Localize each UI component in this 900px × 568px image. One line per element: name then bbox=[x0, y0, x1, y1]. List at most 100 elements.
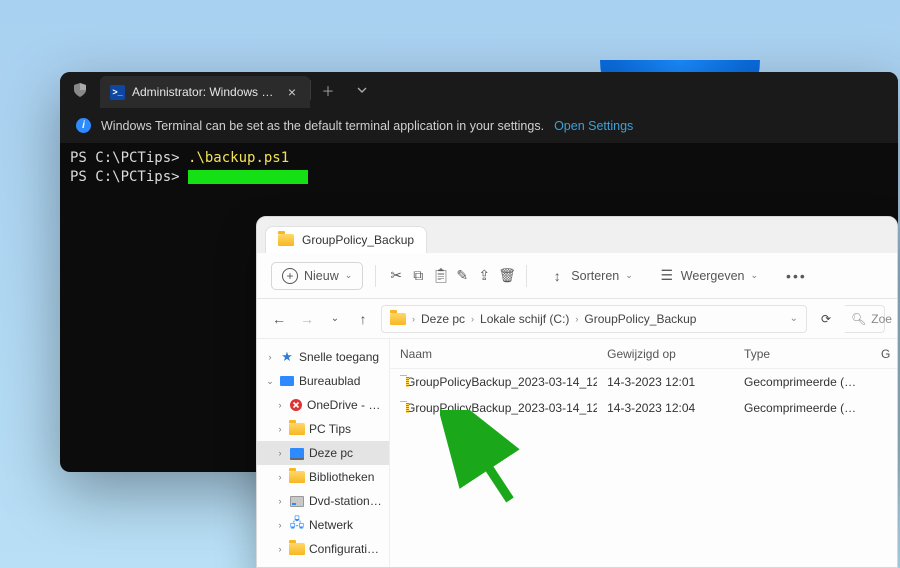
infobar-text: Windows Terminal can be set as the defau… bbox=[101, 119, 544, 133]
column-headers[interactable]: Naam Gewijzigd op Type G bbox=[390, 339, 897, 369]
tree-item-label: Dvd-station (D:) bbox=[309, 494, 385, 508]
forward-button[interactable]: → bbox=[297, 311, 317, 327]
crumb-sep: › bbox=[469, 314, 476, 324]
tree-item-label: Configuratiescherm bbox=[309, 542, 385, 556]
tree-item-label: Deze pc bbox=[309, 446, 385, 460]
file-row[interactable]: GroupPolicyBackup_2023-03-14_120400.zip1… bbox=[390, 395, 897, 421]
search-box[interactable]: 🔍︎ Zoe bbox=[845, 305, 885, 333]
open-settings-link[interactable]: Open Settings bbox=[554, 119, 633, 133]
file-name: GroupPolicyBackup_2023-03-14_120103.zip bbox=[406, 375, 597, 389]
file-list[interactable]: Naam Gewijzigd op Type G GroupPolicyBack… bbox=[389, 339, 897, 567]
tree-item-label: OneDrive - Persona bbox=[307, 398, 385, 412]
file-name: GroupPolicyBackup_2023-03-14_120400.zip bbox=[406, 401, 597, 415]
folder-icon bbox=[278, 234, 294, 246]
chevron-down-icon[interactable]: ⌄ bbox=[790, 313, 798, 324]
new-label: Nieuw bbox=[304, 269, 339, 283]
tree-item[interactable]: ›🖧Netwerk bbox=[257, 513, 389, 537]
twisty-icon[interactable]: ⌄ bbox=[265, 376, 275, 387]
sort-icon: ↕ bbox=[549, 268, 565, 284]
copy-icon[interactable]: ⧉ bbox=[410, 267, 426, 284]
breadcrumb-item[interactable]: Lokale schijf (C:) bbox=[480, 312, 569, 326]
file-type: Gecomprimeerde (ge... bbox=[734, 401, 871, 415]
explorer-window: GroupPolicy_Backup + Nieuw ⌄ ✂ ⧉ 📋︎ ✎ ⇪ … bbox=[256, 216, 898, 568]
breadcrumb-item[interactable]: Deze pc bbox=[421, 312, 465, 326]
tree-item-label: Bureaublad bbox=[299, 374, 385, 388]
recent-dropdown[interactable]: ⌄ bbox=[325, 313, 345, 324]
twisty-icon[interactable]: › bbox=[275, 424, 285, 434]
back-button[interactable]: ← bbox=[269, 311, 289, 327]
search-icon: 🔍︎ bbox=[851, 312, 866, 326]
tab-dropdown-button[interactable] bbox=[345, 72, 379, 108]
twisty-icon[interactable]: › bbox=[275, 544, 285, 554]
tree-item-label: Snelle toegang bbox=[299, 350, 385, 364]
more-button[interactable]: ••• bbox=[786, 268, 802, 284]
col-modified[interactable]: Gewijzigd op bbox=[597, 347, 734, 361]
file-row[interactable]: GroupPolicyBackup_2023-03-14_120103.zip1… bbox=[390, 369, 897, 395]
terminal-body[interactable]: PS C:\PCTips> .\backup.ps1 PS C:\PCTips> bbox=[60, 143, 898, 193]
explorer-tabbar: GroupPolicy_Backup bbox=[257, 217, 897, 253]
explorer-navbar: ← → ⌄ ↑ › Deze pc › Lokale schijf (C:) ›… bbox=[257, 299, 897, 339]
sort-label: Sorteren bbox=[571, 269, 619, 283]
close-tab-icon[interactable]: × bbox=[284, 84, 300, 100]
file-type: Gecomprimeerde (ge... bbox=[734, 375, 871, 389]
prompt: PS C:\PCTips> bbox=[70, 169, 180, 185]
tree-item[interactable]: › Dvd-station (D:) bbox=[257, 489, 389, 513]
terminal-line: PS C:\PCTips> bbox=[70, 168, 888, 187]
tree-item[interactable]: ›★Snelle toegang bbox=[257, 345, 389, 369]
address-bar[interactable]: › Deze pc › Lokale schijf (C:) › GroupPo… bbox=[381, 305, 807, 333]
terminal-tab[interactable]: >_ Administrator: Windows Powe × bbox=[100, 76, 310, 108]
twisty-icon[interactable]: › bbox=[265, 352, 275, 362]
tree-item[interactable]: › Bibliotheken bbox=[257, 465, 389, 489]
twisty-icon[interactable]: › bbox=[275, 496, 285, 506]
terminal-line: PS C:\PCTips> .\backup.ps1 bbox=[70, 149, 888, 168]
col-name[interactable]: Naam bbox=[390, 347, 597, 361]
cut-icon[interactable]: ✂ bbox=[388, 267, 404, 284]
twisty-icon[interactable]: › bbox=[275, 472, 285, 482]
twisty-icon[interactable]: › bbox=[275, 400, 285, 410]
nav-tree[interactable]: ›★Snelle toegang ⌄ Bureaublad › OneDrive - P… bbox=[257, 339, 389, 567]
tree-item[interactable]: ⌄ Bureaublad bbox=[257, 369, 389, 393]
col-size[interactable]: G bbox=[871, 347, 897, 361]
powershell-icon: >_ bbox=[110, 85, 125, 100]
breadcrumb-item[interactable]: GroupPolicy_Backup bbox=[584, 312, 696, 326]
share-icon[interactable]: ⇪ bbox=[476, 267, 492, 284]
info-icon: i bbox=[76, 118, 91, 133]
view-label: Weergeven bbox=[681, 269, 745, 283]
paste-icon[interactable]: 📋︎ bbox=[432, 267, 448, 284]
delete-icon[interactable]: 🗑︎ bbox=[498, 267, 514, 284]
search-placeholder: Zoe bbox=[871, 312, 892, 326]
tree-item-label: Bibliotheken bbox=[309, 470, 385, 484]
separator bbox=[375, 265, 376, 287]
tree-item[interactable]: › Configuratiescherm bbox=[257, 537, 389, 561]
plus-icon: + bbox=[282, 268, 298, 284]
sort-button[interactable]: ↕ Sorteren ⌄ bbox=[539, 263, 643, 289]
command-text: .\backup.ps1 bbox=[188, 150, 289, 166]
view-button[interactable]: ☰ Weergeven ⌄ bbox=[649, 262, 768, 289]
twisty-icon[interactable]: › bbox=[275, 448, 285, 458]
chevron-down-icon: ⌄ bbox=[751, 270, 759, 281]
file-modified: 14-3-2023 12:01 bbox=[597, 375, 734, 389]
cursor-block bbox=[188, 170, 308, 184]
explorer-toolbar: + Nieuw ⌄ ✂ ⧉ 📋︎ ✎ ⇪ 🗑︎ ↕ Sorteren ⌄ ☰ W… bbox=[257, 253, 897, 299]
folder-icon bbox=[390, 313, 406, 325]
new-tab-button[interactable]: ＋ bbox=[311, 72, 345, 108]
terminal-titlebar: >_ Administrator: Windows Powe × ＋ bbox=[60, 72, 898, 108]
separator bbox=[526, 265, 527, 287]
crumb-sep: › bbox=[573, 314, 580, 324]
col-type[interactable]: Type bbox=[734, 347, 871, 361]
explorer-tab[interactable]: GroupPolicy_Backup bbox=[265, 226, 427, 253]
new-button[interactable]: + Nieuw ⌄ bbox=[271, 262, 363, 290]
twisty-icon[interactable]: › bbox=[275, 520, 285, 530]
uac-shield-icon bbox=[60, 72, 100, 108]
view-icon: ☰ bbox=[659, 267, 675, 284]
rename-icon[interactable]: ✎ bbox=[454, 267, 470, 284]
tree-item[interactable]: ›PC Tips bbox=[257, 417, 389, 441]
file-modified: 14-3-2023 12:04 bbox=[597, 401, 734, 415]
prompt: PS C:\PCTips> bbox=[70, 150, 180, 166]
explorer-tab-title: GroupPolicy_Backup bbox=[302, 233, 414, 247]
tree-item[interactable]: › Deze pc bbox=[257, 441, 389, 465]
refresh-button[interactable]: ⟳ bbox=[815, 312, 837, 326]
tree-item[interactable]: › OneDrive - Persona bbox=[257, 393, 389, 417]
up-button[interactable]: ↑ bbox=[353, 311, 373, 327]
chevron-down-icon: ⌄ bbox=[345, 270, 353, 281]
